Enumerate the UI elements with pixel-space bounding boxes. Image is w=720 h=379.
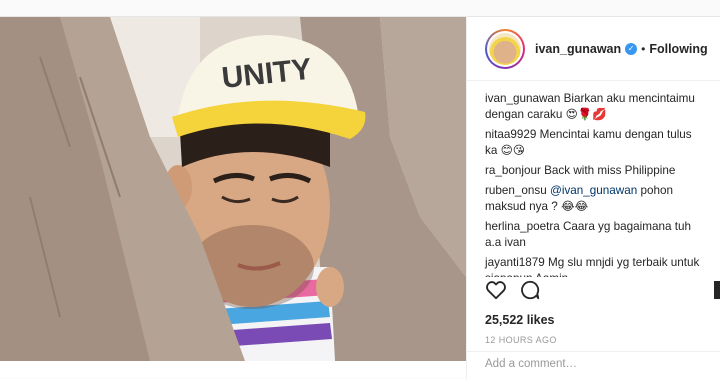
comment-item: ra_bonjour Back with miss Philippine xyxy=(485,163,702,179)
hand xyxy=(316,267,344,307)
avatar-image xyxy=(489,32,521,65)
bookmark-icon[interactable] xyxy=(714,281,720,299)
comment-username[interactable]: ra_bonjour xyxy=(485,164,541,177)
separator-dot: • xyxy=(641,41,646,56)
action-bar xyxy=(485,279,541,301)
post-header: ivan_gunawan ✓ • Following xyxy=(467,17,720,81)
post-photo[interactable]: UNITY xyxy=(0,17,466,361)
username-link[interactable]: ivan_gunawan xyxy=(535,42,621,56)
post-timestamp: 12 HOURS AGO xyxy=(485,335,557,345)
mention-link[interactable]: @ivan_gunawan xyxy=(547,184,637,197)
comment-username[interactable]: nitaa9929 xyxy=(485,128,536,141)
comment-icon[interactable] xyxy=(519,279,541,301)
heart-icon[interactable] xyxy=(485,279,507,301)
instagram-post: UNITY ivan_gunawan ✓ • Following ivan_gu… xyxy=(0,16,720,379)
avatar[interactable] xyxy=(485,28,525,69)
post-sidebar: ivan_gunawan ✓ • Following ivan_gunawan … xyxy=(466,17,720,379)
comment-username[interactable]: ruben_onsu xyxy=(485,184,547,197)
add-comment-input[interactable] xyxy=(485,358,703,370)
comment-item: nitaa9929 Mencintai kamu dengan tulus ka… xyxy=(485,127,702,159)
comment-item: jayanti1879 Mg slu mnjdi yg terbaik untu… xyxy=(485,255,702,277)
photo-illustration: UNITY xyxy=(0,17,466,361)
comment-item: ruben_onsu @ivan_gunawan pohon maksud ny… xyxy=(485,183,702,215)
comment-username[interactable]: ivan_gunawan xyxy=(485,92,560,105)
comments-list: ivan_gunawan Biarkan aku mencintaimu den… xyxy=(467,81,720,277)
following-button[interactable]: Following xyxy=(649,42,707,56)
verified-badge-icon: ✓ xyxy=(625,42,638,55)
add-comment-bar xyxy=(467,351,720,379)
comment-username[interactable]: jayanti1879 xyxy=(485,256,545,269)
comment-item: herlina_poetra Caara yg bagaimana tuh a.… xyxy=(485,219,702,251)
caption: ivan_gunawan Biarkan aku mencintaimu den… xyxy=(485,91,702,123)
comment-username[interactable]: herlina_poetra xyxy=(485,220,560,233)
comment-text: Back with miss Philippine xyxy=(540,164,676,177)
likes-count[interactable]: 25,522 likes xyxy=(485,313,555,327)
